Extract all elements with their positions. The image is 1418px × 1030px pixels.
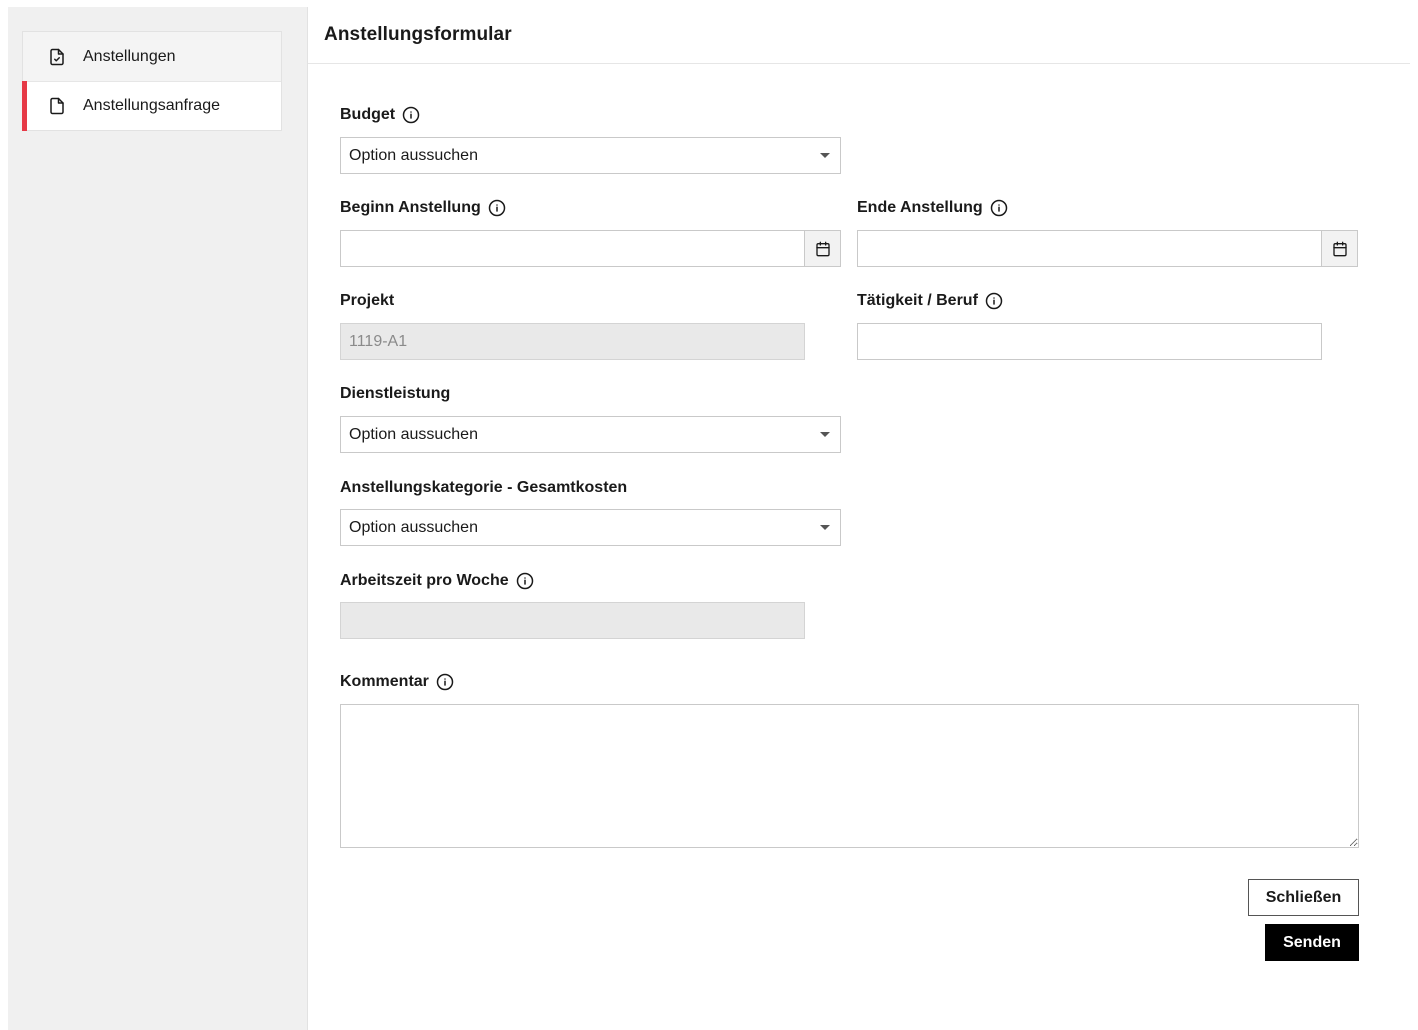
main-content: Anstellungsformular Budget Option aussuc… [308,7,1410,1030]
taetigkeit-label: Tätigkeit / Beruf [857,292,1003,310]
kommentar-textarea[interactable] [340,704,1359,848]
calendar-icon [815,241,830,256]
sidebar: Anstellungen Anstellungsanfrage [8,7,308,1030]
kategorie-label: Anstellungskategorie - Gesamtkosten [340,479,627,497]
sidebar-nav: Anstellungen Anstellungsanfrage [22,31,282,131]
kategorie-select-value: Option aussuchen [349,518,478,536]
arbeitszeit-input [340,602,805,639]
sidebar-item-anstellungen[interactable]: Anstellungen [23,32,281,81]
budget-label: Budget [340,106,420,124]
calendar-button[interactable] [1321,231,1357,266]
calendar-icon [1332,241,1347,256]
info-icon[interactable] [990,199,1008,217]
dienstleistung-label: Dienstleistung [340,385,450,403]
calendar-button[interactable] [804,231,840,266]
ende-label: Ende Anstellung [857,199,1008,217]
projekt-input [340,323,805,360]
dienstleistung-select[interactable]: Option aussuchen [340,416,841,453]
sidebar-item-anstellungsanfrage[interactable]: Anstellungsanfrage [22,81,281,131]
page-title: Anstellungsformular [308,7,1410,64]
info-icon[interactable] [436,673,454,691]
projekt-label: Projekt [340,292,394,310]
beginn-label-text: Beginn Anstellung [340,199,481,216]
file-check-icon [48,48,66,66]
chevron-down-icon [820,153,830,158]
budget-select[interactable]: Option aussuchen [340,137,841,174]
kommentar-label-text: Kommentar [340,673,429,690]
budget-select-value: Option aussuchen [349,146,478,164]
send-button[interactable]: Senden [1265,924,1359,961]
projekt-label-text: Projekt [340,292,395,309]
file-icon [48,97,66,115]
ende-date-field[interactable] [857,230,1358,267]
dienstleistung-label-text: Dienstleistung [340,385,451,402]
budget-label-text: Budget [340,106,396,123]
beginn-date-field[interactable] [340,230,841,267]
info-icon[interactable] [985,292,1003,310]
arbeitszeit-label-text: Arbeitszeit pro Woche [340,572,509,589]
sidebar-item-label: Anstellungen [83,47,176,65]
chevron-down-icon [820,432,830,437]
info-icon[interactable] [488,199,506,217]
ende-label-text: Ende Anstellung [857,199,983,216]
sidebar-item-label: Anstellungsanfrage [83,97,220,114]
kategorie-label-text: Anstellungskategorie - Gesamtkosten [340,479,628,496]
kommentar-label: Kommentar [340,673,454,691]
close-button[interactable]: Schließen [1248,879,1359,916]
info-icon[interactable] [516,572,534,590]
kategorie-select[interactable]: Option aussuchen [340,509,841,546]
arbeitszeit-label: Arbeitszeit pro Woche [340,572,534,590]
taetigkeit-label-text: Tätigkeit / Beruf [857,292,978,309]
info-icon[interactable] [402,106,420,124]
dienstleistung-select-value: Option aussuchen [349,425,478,443]
taetigkeit-input[interactable] [857,323,1322,360]
chevron-down-icon [820,525,830,530]
beginn-label: Beginn Anstellung [340,199,506,217]
